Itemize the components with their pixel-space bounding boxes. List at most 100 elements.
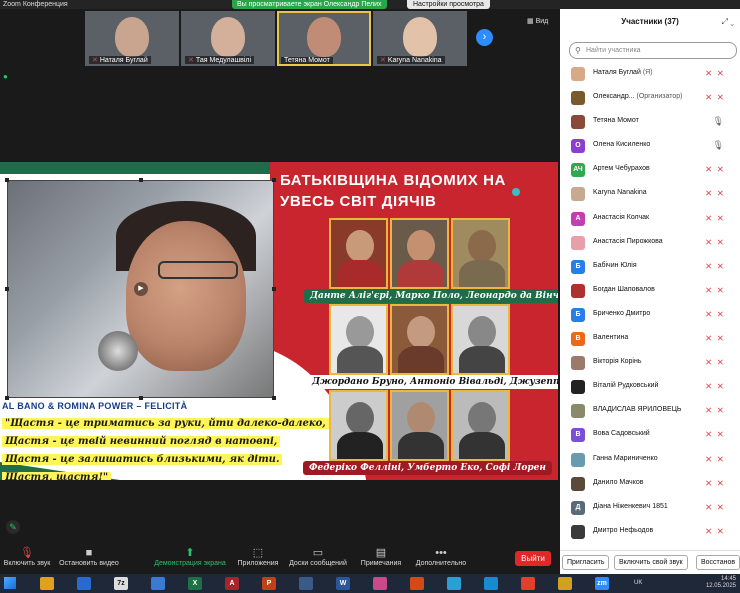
participant-name: Ганна Мариниченко (593, 454, 658, 462)
participant-row[interactable]: ВЛАДИСЛАВ ЯРИЛОВЕЦЬ ⨯⨯ (560, 399, 740, 423)
portrait-body (459, 260, 505, 287)
participant-row[interactable]: Б Бабічин Юлія ⨯⨯ (560, 255, 740, 279)
participant-row[interactable]: Тетяна Момот 🎙︎ (560, 110, 740, 134)
portrait-body (398, 432, 444, 459)
clock-time: 14:45 (720, 576, 736, 582)
participant-row[interactable]: В Валентина ⨯⨯ (560, 327, 740, 351)
mic-on-icon: 🎙︎ (712, 140, 728, 151)
popout-icon[interactable]: ⤢ (722, 17, 728, 26)
taskbar-app-icon[interactable]: W (336, 577, 350, 590)
taskbar-app-icon[interactable] (558, 577, 572, 590)
portrait-body (337, 346, 383, 373)
participant-name: Анастасія Колчак (593, 213, 650, 221)
unmute-button[interactable]: 🎙︎ Включить звук (2, 546, 52, 567)
participant-row[interactable]: Ганна Мариниченко ⨯⨯ (560, 448, 740, 472)
view-options-button[interactable]: Настройки просмотра (407, 0, 490, 9)
resize-handle[interactable] (272, 178, 276, 182)
unmute-self-button[interactable]: Включить свой звук (614, 555, 688, 570)
taskbar-app-icon[interactable] (521, 577, 535, 590)
taskbar-app-icon[interactable]: zm (595, 577, 609, 590)
taskbar-app-icon[interactable] (299, 577, 313, 590)
mic-muted-icon: ⨯ (704, 357, 717, 368)
portrait-row (329, 304, 510, 375)
participant-row[interactable]: Олександр... (Организатор) ⨯⨯ (560, 86, 740, 110)
participant-row[interactable]: Анастасія Пирожкова ⨯⨯ (560, 231, 740, 255)
invite-button[interactable]: Пригласить (562, 555, 610, 570)
participant-row[interactable]: Б Бриченко Дмитро ⨯⨯ (560, 303, 740, 327)
mic-muted-icon: ⨯ (704, 308, 717, 319)
system-clock[interactable]: 14:45 12.05.2025 (706, 576, 736, 590)
participant-row[interactable]: Вікторія Корінь ⨯⨯ (560, 351, 740, 375)
participant-face (115, 17, 149, 57)
resize-handle[interactable] (5, 178, 9, 182)
resize-handle[interactable] (272, 396, 276, 400)
resize-handle[interactable] (139, 178, 143, 182)
participant-search-input[interactable]: ⚲ Найти участника (569, 42, 737, 59)
taskbar-app-icon[interactable]: X (188, 577, 202, 590)
participant-status-icons: ⨯⨯ (705, 526, 728, 537)
lyric-line: Щастя - це залишатись близькими, як діти… (2, 454, 283, 465)
notes-button[interactable]: ▤ Примечания (358, 546, 404, 567)
share-screen-button[interactable]: ⬆ Демонстрация экрана (153, 546, 227, 567)
taskbar-app-icon[interactable] (410, 577, 424, 590)
participant-avatar: В (571, 332, 585, 347)
participant-row[interactable]: Віталій Рудковський ⨯⨯ (560, 375, 740, 399)
close-icon[interactable]: ⌄ (730, 17, 734, 26)
resize-handle[interactable] (272, 287, 276, 291)
resize-handle[interactable] (139, 396, 143, 400)
security-shield-icon[interactable]: ● (3, 73, 11, 81)
more-button[interactable]: ••• Дополнительно (412, 546, 470, 567)
share-screen-label: Демонстрация экрана (154, 560, 226, 567)
participant-row[interactable]: Дмитро Нефьодов ⨯⨯ (560, 520, 740, 544)
resize-handle[interactable] (5, 287, 9, 291)
whiteboards-button[interactable]: ▭ Доски сообщений (287, 546, 349, 567)
language-indicator[interactable]: UK (634, 580, 642, 586)
thumbnail-tile[interactable]: ✕ Наталя Буглай (85, 11, 179, 66)
participant-row[interactable]: Д Діана Ніженкевич 1851 ⨯⨯ (560, 496, 740, 520)
leave-button[interactable]: Выйти (515, 551, 551, 566)
portrait-head (468, 402, 496, 434)
taskbar-app-icon[interactable] (151, 577, 165, 590)
thumbnail-tile[interactable]: ✕ Karyna Nanakina (373, 11, 467, 66)
participant-row[interactable]: Karyna Nanakina ⨯⨯ (560, 182, 740, 206)
participant-avatar: О (571, 139, 585, 154)
portrait-eco (390, 390, 449, 461)
apps-button[interactable]: ⬚ Приложения (235, 546, 281, 567)
thumbnail-tile[interactable]: ✕ Тая Медулашвілі (181, 11, 275, 66)
windows-start-icon[interactable] (4, 577, 16, 589)
play-icon[interactable]: ▶ (134, 282, 148, 296)
portrait-vivaldi (390, 304, 449, 375)
thumbnail-tile-active[interactable]: Тетяна Момот (277, 11, 371, 66)
portrait-bruno (329, 304, 388, 375)
participant-row[interactable]: Богдан Шаповалов ⨯⨯ (560, 279, 740, 303)
mic-muted-icon: ⨯ (704, 381, 717, 392)
next-page-arrow-icon[interactable]: › (476, 29, 493, 46)
portrait-loren (451, 390, 510, 461)
embedded-video[interactable]: ▶ (7, 180, 274, 398)
participant-avatar (571, 404, 585, 419)
restore-button[interactable]: Восстанов (696, 555, 740, 570)
view-button[interactable]: ▦ Вид (527, 17, 548, 25)
participant-row[interactable]: Наталя Буглай (Я) ⨯⨯ (560, 62, 740, 86)
participant-row[interactable]: Данило Мачков ⨯⨯ (560, 472, 740, 496)
taskbar-app-icon[interactable]: 7z (114, 577, 128, 590)
taskbar-app-icon[interactable] (484, 577, 498, 590)
participant-row[interactable]: О Олена Кисиленко 🎙︎ (560, 134, 740, 158)
taskbar-app-icon[interactable]: P (262, 577, 276, 590)
taskbar-app-icon[interactable] (373, 577, 387, 590)
participant-name: Віталій Рудковський (593, 382, 659, 390)
participant-row[interactable]: АЧ Артем Чебурахов ⨯⨯ (560, 158, 740, 182)
taskbar-app-icon[interactable]: A (225, 577, 239, 590)
taskbar-app-icon[interactable] (447, 577, 461, 590)
mic-muted-icon: ⨯ (704, 405, 717, 416)
resize-handle[interactable] (5, 396, 9, 400)
annotate-pencil-icon[interactable]: ✎ (6, 520, 20, 534)
participant-avatar: А (571, 211, 585, 226)
taskbar-app-icon[interactable] (40, 577, 54, 590)
portrait-head (468, 316, 496, 348)
taskbar-app-icon[interactable] (77, 577, 91, 590)
stop-video-button[interactable]: ■ Остановить видео (58, 546, 120, 567)
participant-row[interactable]: А Анастасія Колчак ⨯⨯ (560, 207, 740, 231)
participant-status-icons: ⨯⨯ (705, 285, 728, 296)
participant-row[interactable]: В Вова Садовський ⨯⨯ (560, 423, 740, 447)
